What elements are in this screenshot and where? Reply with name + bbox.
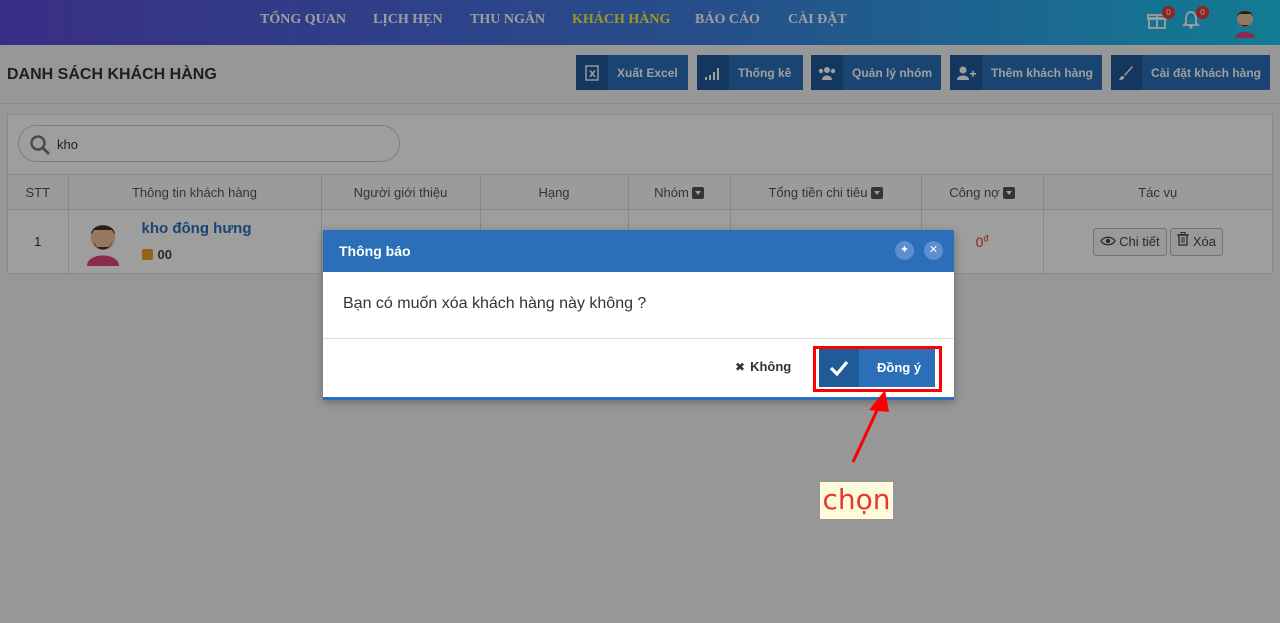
maximize-icon[interactable]: ✦	[895, 241, 914, 260]
dialog-header: Thông báo ✦ ✕	[323, 230, 954, 272]
x-icon: ✖	[735, 360, 746, 374]
cancel-button[interactable]: ✖ Không	[735, 359, 791, 374]
dialog-divider	[323, 338, 954, 339]
dialog-title: Thông báo	[339, 243, 411, 259]
highlight-box	[813, 346, 942, 392]
red-arrow-icon	[851, 390, 889, 463]
close-icon[interactable]: ✕	[924, 241, 943, 260]
dialog-message: Bạn có muốn xóa khách hàng này không ?	[343, 295, 647, 312]
annotation-label: chọn	[820, 482, 893, 519]
